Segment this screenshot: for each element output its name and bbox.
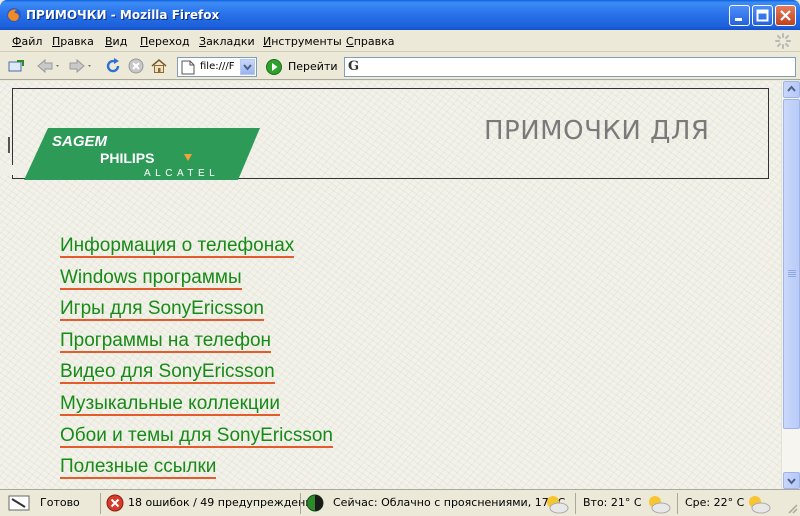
scroll-thumb[interactable] xyxy=(783,99,800,429)
link-phone-programs[interactable]: Программы на телефон xyxy=(60,329,333,362)
link-sonyericsson-games[interactable]: Игры для SonyEricsson xyxy=(60,298,333,330)
status-progress-icon xyxy=(8,495,30,511)
logo-text-sagem: SAGEM xyxy=(52,133,108,150)
url-input[interactable]: file:///F xyxy=(200,61,234,72)
status-bar: Готово 18 ошибок / 49 предупреждений Сей… xyxy=(0,489,800,516)
security-globe-icon[interactable] xyxy=(306,494,324,512)
close-button[interactable] xyxy=(775,5,796,26)
partly-cloudy-icon xyxy=(749,496,771,514)
error-count[interactable]: 18 ошибок / 49 предупреждений xyxy=(128,496,320,509)
status-divider xyxy=(100,493,101,514)
page-content: SAGEM PHILIPS ALCATEL ПРИМОЧКИ ДЛЯ Инфор… xyxy=(0,81,781,489)
menu-tools[interactable]: Инструменты xyxy=(263,35,342,48)
google-search-icon[interactable]: G xyxy=(348,59,359,74)
status-text: Готово xyxy=(40,496,80,509)
menu-bar: Файл Правка Вид Переход Закладки Инструм… xyxy=(0,30,800,52)
chevron-up-icon xyxy=(787,85,796,92)
title-bar[interactable]: ПРИМОЧКИ - Mozilla Firefox xyxy=(0,0,800,30)
close-icon xyxy=(780,10,791,21)
throbber-icon xyxy=(775,33,791,49)
menu-edit[interactable]: Правка xyxy=(52,35,94,48)
logo-divider xyxy=(8,137,10,153)
scroll-grip xyxy=(788,270,796,278)
page-icon xyxy=(181,60,195,75)
menu-help[interactable]: Справка xyxy=(346,35,394,48)
scroll-down-button[interactable] xyxy=(783,472,800,489)
go-label: Перейти xyxy=(288,60,338,73)
weather-tuesday[interactable]: Вто: 21° C xyxy=(583,496,642,509)
maximize-button[interactable] xyxy=(752,5,773,26)
home-icon[interactable] xyxy=(151,58,167,74)
link-useful-links[interactable]: Полезные ссылки xyxy=(60,456,333,488)
link-sonyericsson-video[interactable]: Видео для SonyEricsson xyxy=(60,361,333,393)
window-title: ПРИМОЧКИ - Mozilla Firefox xyxy=(26,8,220,22)
sagem-philips-alcatel-logo: SAGEM PHILIPS ALCATEL xyxy=(24,128,260,180)
new-window-icon[interactable] xyxy=(8,58,24,74)
url-dropdown-button[interactable] xyxy=(240,59,255,75)
link-music-collections[interactable]: Музыкальные коллекции xyxy=(60,392,333,425)
chevron-down-icon xyxy=(243,64,252,71)
link-windows-programs[interactable]: Windows программы xyxy=(60,266,333,299)
menu-go[interactable]: Переход xyxy=(140,35,190,48)
weather-wednesday[interactable]: Сре: 22° C xyxy=(685,496,744,509)
firefox-icon xyxy=(7,8,21,22)
chevron-down-icon xyxy=(787,478,796,485)
stop-icon[interactable] xyxy=(128,58,144,74)
status-divider xyxy=(677,493,678,514)
maximize-icon xyxy=(756,9,769,22)
link-phone-info[interactable]: Информация о телефонах xyxy=(60,235,333,267)
menu-bookmarks[interactable]: Закладки xyxy=(199,35,255,48)
error-icon[interactable] xyxy=(106,494,124,512)
status-divider xyxy=(300,493,301,514)
minimize-icon xyxy=(735,18,742,21)
logo-text-alcatel: ALCATEL xyxy=(144,168,219,179)
back-button[interactable] xyxy=(36,58,62,74)
minimize-button[interactable] xyxy=(729,5,750,26)
page-heading: ПРИМОЧКИ ДЛЯ xyxy=(484,116,710,146)
link-list: Информация о телефонах Windows программы… xyxy=(60,235,333,488)
menu-file[interactable]: Файл xyxy=(12,35,42,48)
link-wallpapers-themes[interactable]: Обои и темы для SonyEricsson xyxy=(60,424,333,457)
partly-cloudy-icon xyxy=(649,496,671,514)
resize-grip-icon[interactable] xyxy=(786,502,798,514)
forward-button[interactable] xyxy=(68,58,94,74)
go-icon xyxy=(266,59,282,75)
navigation-toolbar: file:///F Перейти G xyxy=(0,53,800,80)
search-bar[interactable]: G xyxy=(344,57,796,77)
partly-cloudy-icon xyxy=(547,496,569,514)
logo-text-philips: PHILIPS xyxy=(100,150,154,166)
weather-now[interactable]: Сейчас: Облачно с прояснениями, 17° C xyxy=(333,496,565,509)
url-bar[interactable]: file:///F xyxy=(177,57,257,77)
scroll-up-button[interactable] xyxy=(783,81,800,98)
status-divider xyxy=(575,493,576,514)
vertical-scrollbar[interactable] xyxy=(781,81,800,489)
menu-view[interactable]: Вид xyxy=(105,35,127,48)
reload-icon[interactable] xyxy=(105,58,121,74)
